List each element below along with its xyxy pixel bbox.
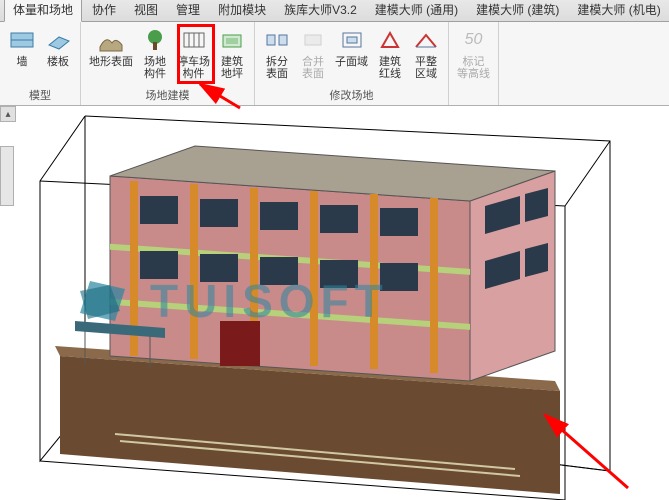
tool-subregion[interactable]: 子面域 (331, 24, 372, 70)
watermark-logo-icon (70, 271, 140, 331)
tab-massing-site[interactable]: 体量和场地 (4, 0, 82, 22)
group-model: 墙 楼板 模型 (0, 22, 81, 105)
pad-icon (218, 26, 246, 54)
tool-property-line[interactable]: 建筑 红线 (372, 24, 408, 82)
tool-building-pad-label: 建筑 地坪 (221, 56, 243, 80)
tool-graded-region-label: 平整 区域 (415, 56, 437, 80)
tool-label-contours: 50 标记 等高线 (453, 24, 494, 82)
contour-icon: 50 (460, 26, 488, 54)
watermark: TUISOFT (70, 271, 389, 331)
tool-floor-label: 楼板 (47, 56, 69, 68)
tool-merge-surface: 合并 表面 (295, 24, 331, 82)
tool-site-component-label: 场地 构件 (144, 56, 166, 80)
viewport-3d[interactable]: ▴ (0, 106, 669, 500)
group-modify-site-label: 修改场地 (259, 85, 444, 105)
tool-split-surface[interactable]: 拆分 表面 (259, 24, 295, 82)
propline-icon (376, 26, 404, 54)
tool-wall[interactable]: 墙 (4, 24, 40, 70)
tool-floor[interactable]: 楼板 (40, 24, 76, 70)
parking-icon (180, 26, 208, 54)
floor-icon (44, 26, 72, 54)
tool-terrain[interactable]: 地形表面 (85, 24, 137, 70)
tool-label-contours-label: 标记 等高线 (457, 56, 490, 80)
subregion-icon (338, 26, 366, 54)
group-modify-site: 拆分 表面 合并 表面 子面域 建筑 红线 (255, 22, 449, 105)
grade-icon (412, 26, 440, 54)
group-model-label: 模型 (4, 85, 76, 105)
terrain-icon (97, 26, 125, 54)
split-icon (263, 26, 291, 54)
tool-property-line-label: 建筑 红线 (379, 56, 401, 80)
tool-split-surface-label: 拆分 表面 (266, 56, 288, 80)
tab-view[interactable]: 视图 (126, 0, 166, 21)
tab-addins[interactable]: 附加模块 (210, 0, 274, 21)
group-site-model-label: 场地建模 (85, 85, 250, 105)
tool-subregion-label: 子面域 (335, 56, 368, 68)
tool-site-component[interactable]: 场地 构件 (137, 24, 173, 82)
tool-wall-label: 墙 (17, 56, 28, 68)
tool-merge-surface-label: 合并 表面 (302, 56, 324, 80)
tool-parking-label: 停车场 构件 (177, 56, 210, 80)
tab-collaborate[interactable]: 协作 (84, 0, 124, 21)
tree-icon (141, 26, 169, 54)
group-site-model: 地形表面 场地 构件 停车场 构件 建筑 地坪 场地建模 (81, 22, 255, 105)
tab-family-lib[interactable]: 族库大师V3.2 (276, 0, 365, 21)
watermark-text: TUISOFT (150, 274, 389, 328)
ribbon-panel: 墙 楼板 模型 地形表面 场地 构件 (0, 22, 669, 106)
group-contour-label (453, 101, 494, 105)
tab-master-arch[interactable]: 建模大师 (建筑) (468, 0, 567, 21)
ribbon-tabs: 体量和场地 协作 视图 管理 附加模块 族库大师V3.2 建模大师 (通用) 建… (0, 0, 669, 22)
tab-manage[interactable]: 管理 (168, 0, 208, 21)
tab-master-mep[interactable]: 建模大师 (机电) (569, 0, 668, 21)
tab-master-general[interactable]: 建模大师 (通用) (367, 0, 466, 21)
tool-graded-region[interactable]: 平整 区域 (408, 24, 444, 82)
wall-icon (8, 26, 36, 54)
tool-building-pad[interactable]: 建筑 地坪 (214, 24, 250, 82)
tool-parking[interactable]: 停车场 构件 (173, 24, 214, 82)
merge-icon (299, 26, 327, 54)
group-contour: 50 标记 等高线 (449, 22, 499, 105)
tool-terrain-label: 地形表面 (89, 56, 133, 68)
